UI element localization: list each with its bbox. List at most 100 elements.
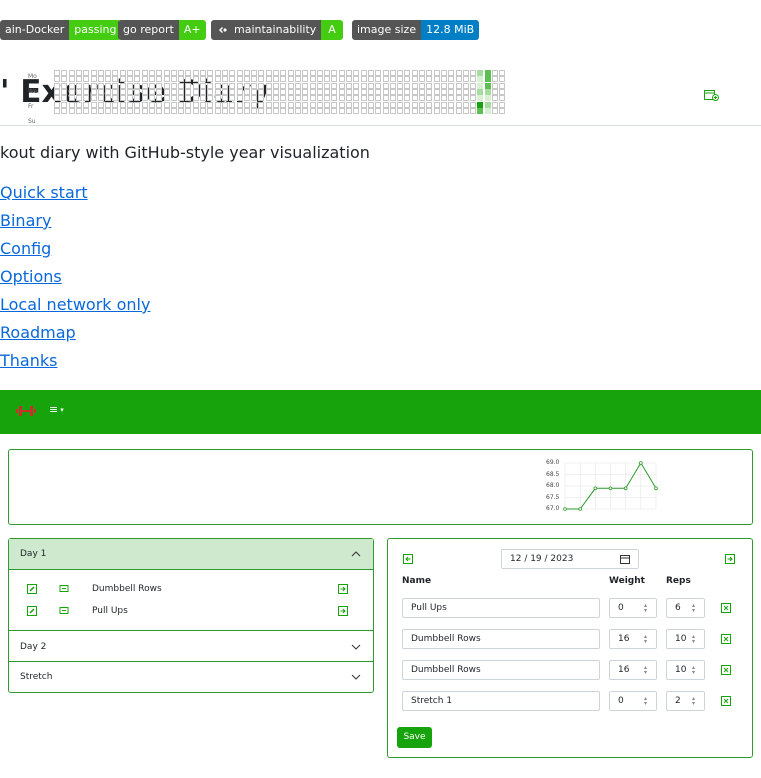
- save-button[interactable]: Save: [397, 727, 432, 748]
- accordion-header-day-2[interactable]: Day 2: [9, 630, 373, 662]
- heatmap-day-cell: [390, 95, 396, 101]
- readme-description: kout diary with GitHub-style year visual…: [0, 143, 370, 162]
- heatmap-day-cell: [54, 95, 60, 101]
- navbar: ≡ ▾: [0, 390, 761, 434]
- toc-item: Config: [0, 239, 150, 267]
- heatmap-day-cell: [237, 95, 243, 101]
- heatmap-day-cell: [477, 76, 483, 82]
- calendar-icon[interactable]: [620, 554, 630, 564]
- toc-link-options[interactable]: Options: [0, 267, 62, 286]
- toc-item: Binary: [0, 211, 150, 239]
- toc-link-binary[interactable]: Binary: [0, 211, 51, 230]
- heatmap-day-cell: [54, 76, 60, 82]
- heatmap-day-cell: [339, 76, 345, 82]
- exercise-name-input[interactable]: Dumbbell Rows: [402, 629, 600, 649]
- reps-input[interactable]: 10 ▴ ▾: [666, 660, 705, 680]
- note-icon[interactable]: [59, 584, 69, 594]
- heatmap-day-cell: [244, 108, 250, 114]
- spinner-icon[interactable]: ▴ ▾: [692, 603, 698, 614]
- weight-input[interactable]: 0 ▴ ▾: [609, 691, 657, 711]
- badge-value: A: [321, 20, 343, 40]
- heatmap-day-cell: [222, 76, 228, 82]
- docker-build-badge[interactable]: ain-Docker passing: [0, 20, 122, 40]
- heatmap-day-cell: [222, 108, 228, 114]
- heatmap-day-cell: [288, 76, 294, 82]
- add-to-day-icon[interactable]: [338, 606, 348, 616]
- exercise-name-input[interactable]: Pull Ups: [402, 598, 600, 618]
- heatmap-day-cell: [112, 76, 118, 82]
- delete-row-icon[interactable]: [721, 603, 731, 613]
- y-tick: 67.5: [546, 494, 560, 501]
- heatmap-day-cell: [404, 76, 410, 82]
- spinner-icon[interactable]: ▴ ▾: [692, 634, 698, 645]
- toc-link-roadmap[interactable]: Roadmap: [0, 323, 76, 342]
- go-report-badge[interactable]: go report A+: [118, 20, 206, 40]
- note-icon[interactable]: [59, 606, 69, 616]
- heatmap-day-cell: [105, 108, 111, 114]
- delete-row-icon[interactable]: [721, 696, 731, 706]
- spinner-icon[interactable]: ▴ ▾: [692, 665, 698, 676]
- heatmap-day-cell: [383, 108, 389, 114]
- delete-row-icon[interactable]: [721, 634, 731, 644]
- reps-value: 10: [675, 634, 687, 644]
- toc-link-config[interactable]: Config: [0, 239, 51, 258]
- heatmap-day-cell: [441, 76, 447, 82]
- heatmap-day-cell: [441, 95, 447, 101]
- dumbbell-icon[interactable]: [16, 405, 36, 417]
- accordion-header-stretch[interactable]: Stretch: [9, 661, 373, 692]
- heatmap-day-cell: [310, 108, 316, 114]
- toc-link-quick-start[interactable]: Quick start: [0, 183, 88, 202]
- heatmap-day-cell: [193, 95, 199, 101]
- heatmap-day-cell: [456, 76, 462, 82]
- spinner-icon[interactable]: ▴ ▾: [644, 696, 650, 707]
- heatmap-day-cell: [273, 76, 279, 82]
- heatmap-day-cell: [426, 108, 432, 114]
- heatmap-day-cell: [273, 95, 279, 101]
- heatmap-day-cell: [390, 76, 396, 82]
- image-size-badge[interactable]: image size 12.8 MiB: [352, 20, 480, 40]
- exercise-name-input[interactable]: Dumbbell Rows: [402, 660, 600, 680]
- workout-name: Day 2: [20, 642, 47, 652]
- heatmap-day-cell: [229, 76, 235, 82]
- edit-icon[interactable]: [27, 584, 37, 594]
- heatmap-day-cell: [302, 76, 308, 82]
- heatmap-day-cell: [251, 95, 257, 101]
- weight-input[interactable]: 16 ▴ ▾: [609, 660, 657, 680]
- weight-point: [654, 486, 658, 491]
- maintainability-badge[interactable]: maintainability A: [211, 20, 343, 40]
- accordion-header-day-1[interactable]: Day 1: [9, 539, 373, 570]
- heatmap-day-cell: [492, 76, 498, 82]
- delete-row-icon[interactable]: [721, 665, 731, 675]
- toc-link-local-network[interactable]: Local network only: [0, 295, 150, 314]
- heatmap-day-cell: [375, 108, 381, 114]
- spinner-icon[interactable]: ▴ ▾: [644, 665, 650, 676]
- weight-input[interactable]: 16 ▴ ▾: [609, 629, 657, 649]
- date-input[interactable]: 12 / 19 / 2023: [501, 549, 639, 569]
- heatmap-day-cell: [251, 76, 257, 82]
- heatmap-day-cell: [331, 95, 337, 101]
- next-day-icon[interactable]: [725, 554, 735, 564]
- reps-input[interactable]: 2 ▴ ▾: [666, 691, 705, 711]
- exercise-name-input[interactable]: Stretch 1: [402, 691, 600, 711]
- column-header-name: Name: [402, 576, 432, 586]
- edit-icon[interactable]: [27, 606, 37, 616]
- spinner-icon[interactable]: ▴ ▾: [644, 634, 650, 645]
- previous-day-icon[interactable]: [403, 554, 413, 564]
- year-heatmap: [54, 70, 506, 114]
- toc-link-thanks[interactable]: Thanks: [0, 351, 57, 370]
- weight-value: 16: [618, 634, 630, 644]
- heatmap-day-cell: [426, 95, 432, 101]
- spinner-icon[interactable]: ▴ ▾: [644, 603, 650, 614]
- toc-item: Local network only: [0, 295, 150, 323]
- reps-input[interactable]: 6 ▴ ▾: [666, 598, 705, 618]
- heatmap-day-cell: [295, 95, 301, 101]
- spinner-icon[interactable]: ▴ ▾: [692, 696, 698, 707]
- menu-dropdown-toggle[interactable]: ≡ ▾: [49, 403, 64, 416]
- reps-input[interactable]: 10 ▴ ▾: [666, 629, 705, 649]
- add-to-day-icon[interactable]: [338, 584, 348, 594]
- add-calendar-icon[interactable]: [704, 89, 719, 101]
- weight-input[interactable]: 0 ▴ ▾: [609, 598, 657, 618]
- heatmap-day-cell: [91, 95, 97, 101]
- heatmap-day-cell: [412, 108, 418, 114]
- heatmap-day-cell: [331, 76, 337, 82]
